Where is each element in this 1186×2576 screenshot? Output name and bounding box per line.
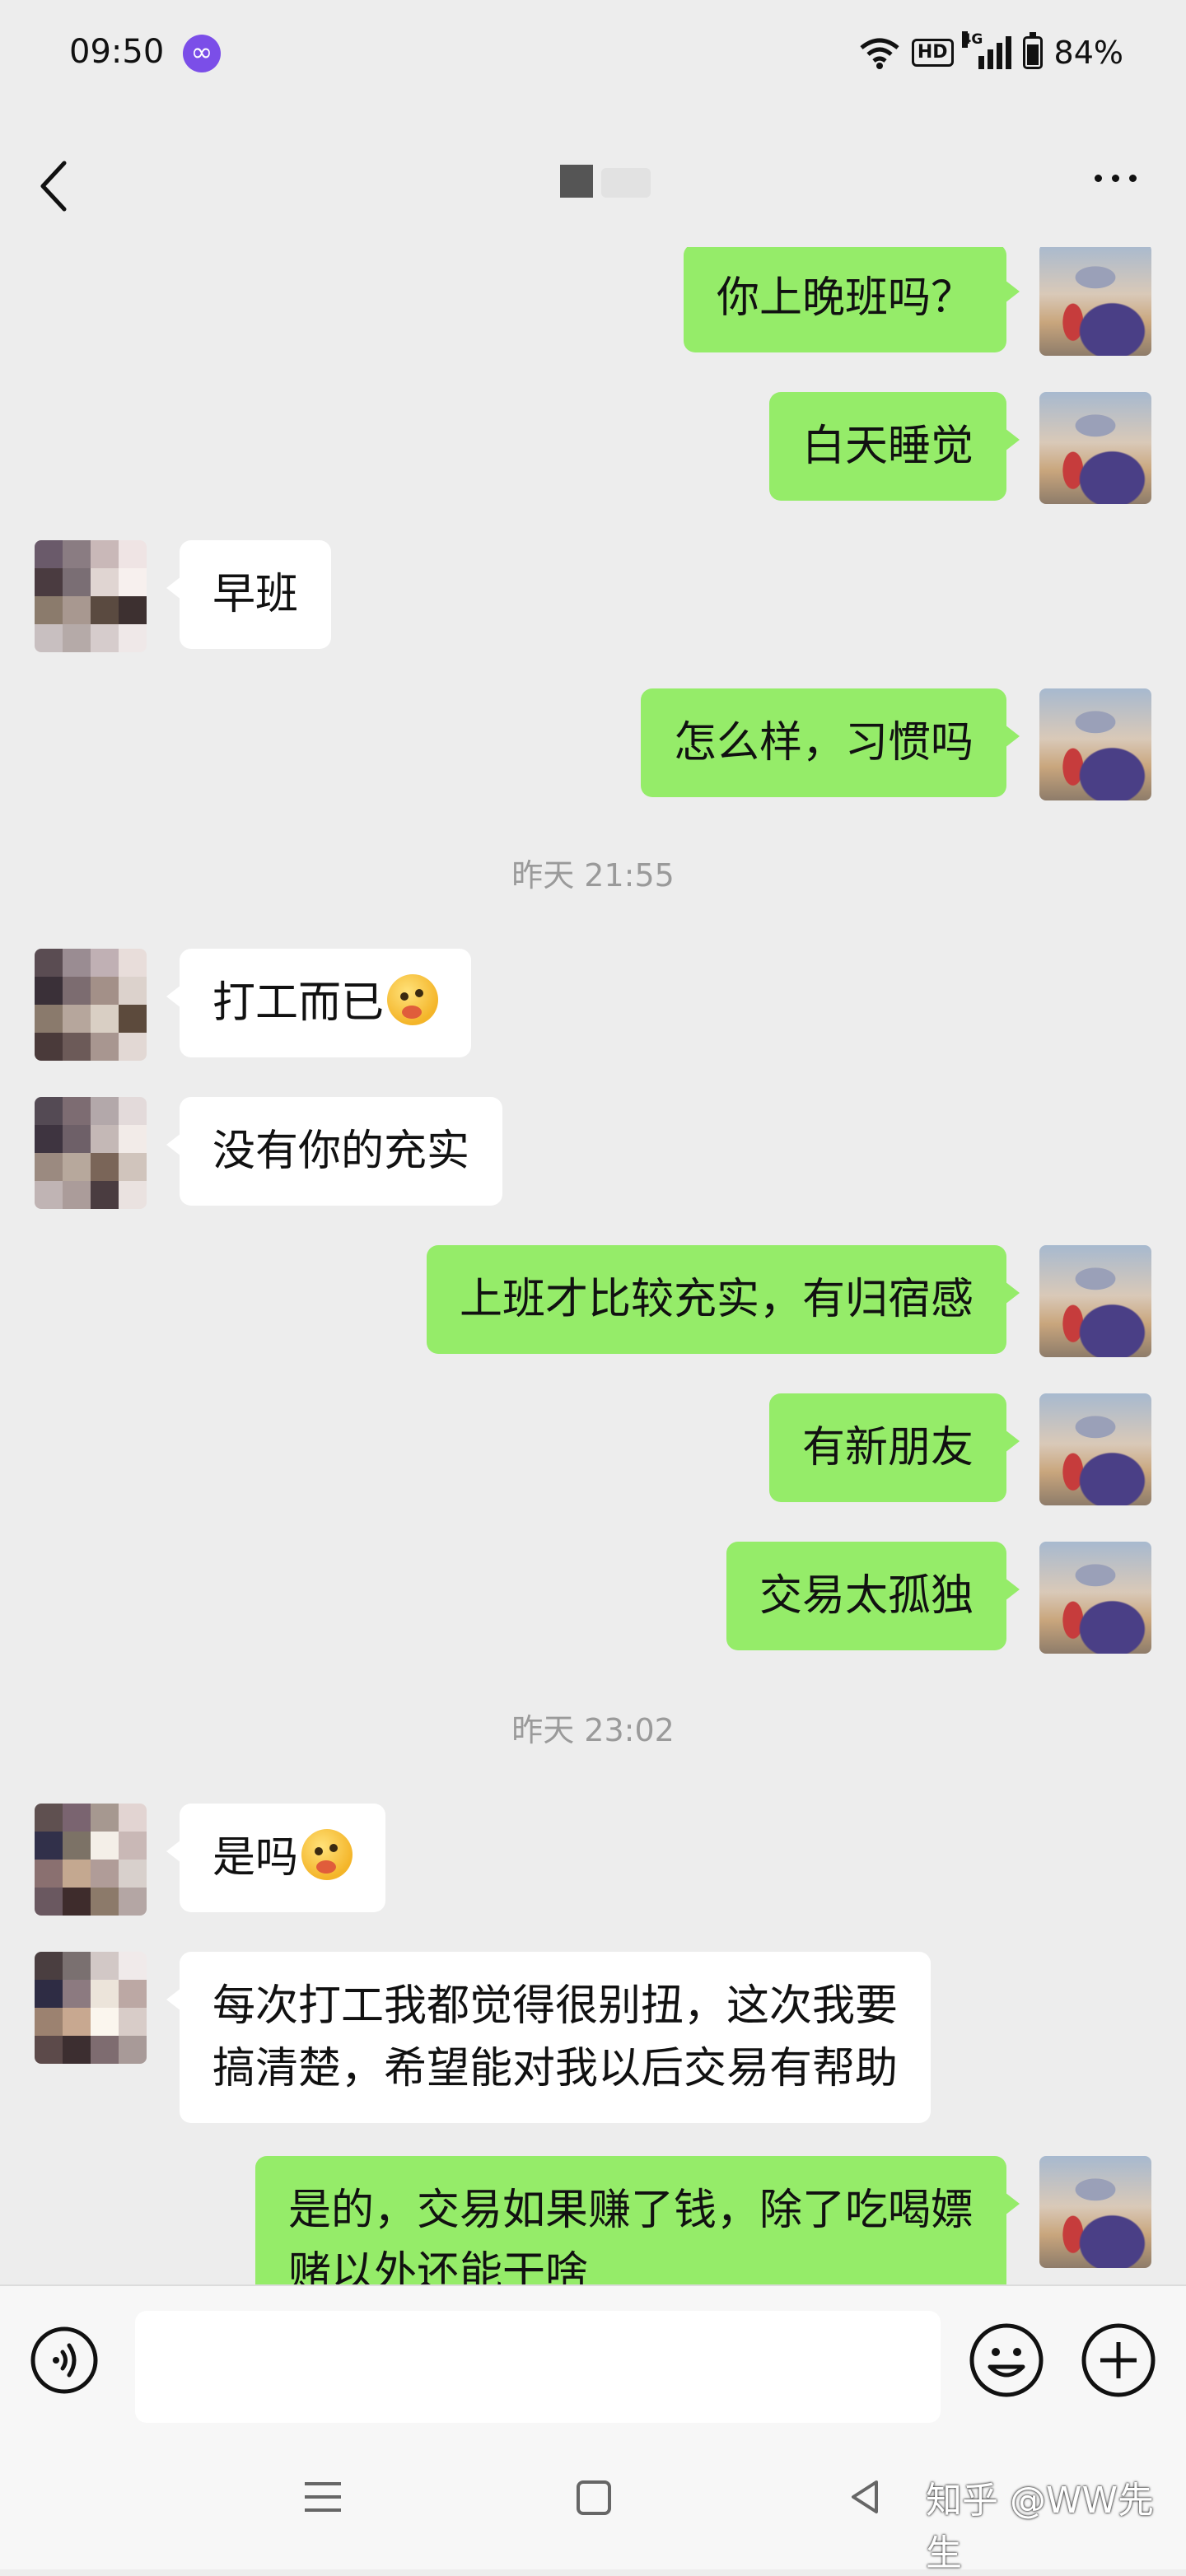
message-bubble[interactable]: 交易太孤独	[726, 1542, 1020, 1650]
message-bubble[interactable]: 上班才比较充实，有归宿感	[426, 1245, 1020, 1354]
message-bubble[interactable]: 有新朋友	[768, 1393, 1020, 1502]
status-icons: HD 4G 84%	[859, 31, 1123, 72]
contact-avatar[interactable]	[35, 949, 147, 1061]
emoji-button[interactable]	[969, 2322, 1044, 2398]
emoji-icon	[301, 1829, 353, 1880]
message-bubble[interactable]: 怎么样，习惯吗	[640, 688, 1020, 797]
status-time: 09:50	[69, 33, 165, 71]
status-bar: 09:50 HD 4G 84%	[0, 0, 1186, 107]
message-text-line: 搞清楚，希望能对我以后交易有帮助	[212, 2044, 899, 2093]
chat-header	[0, 107, 1186, 247]
menu-icon[interactable]	[305, 2482, 341, 2522]
watermark: 知乎 @WW先生	[926, 2480, 1154, 2574]
battery-icon	[1022, 32, 1043, 69]
chat-area[interactable]: 你上晚班吗？ 白天睡觉早班怎么样，习惯吗昨天 21:55 打工而已没有你的充实上班才…	[0, 247, 1186, 2284]
timestamp: 昨天 21:55	[511, 857, 675, 894]
message-text-line: 是的，交易如果赚了钱，除了吃喝嫖	[287, 2186, 974, 2235]
nav-back-icon[interactable]	[848, 2479, 881, 2515]
contact-avatar[interactable]	[35, 1952, 147, 2064]
chat-title	[560, 165, 593, 198]
message-text: 怎么样，习惯吗	[673, 718, 974, 768]
message-text: 早班	[212, 570, 299, 619]
back-icon[interactable]	[33, 153, 82, 219]
system-nav-bar: 知乎 @WW先生	[0, 2438, 1186, 2574]
message-bubble[interactable]: 你上晚班吗？	[683, 247, 1020, 352]
self-avatar[interactable]	[1039, 1245, 1151, 1357]
battery-percent: 84%	[1053, 35, 1123, 71]
self-avatar[interactable]	[1039, 2156, 1151, 2268]
message-text-line: 每次打工我都觉得很别扭，这次我要	[212, 1981, 899, 2031]
message-text: 上班才比较充实，有归宿感	[459, 1275, 974, 1324]
app-notification-icon	[183, 35, 221, 72]
self-avatar[interactable]	[1039, 688, 1151, 800]
message-text: 白天睡觉	[801, 422, 974, 471]
contact-avatar[interactable]	[35, 1804, 147, 1916]
more-icon[interactable]	[1095, 175, 1137, 182]
message-bubble[interactable]: 是的，交易如果赚了钱，除了吃喝嫖赌以外还能干啥	[254, 2156, 1020, 2284]
message-text: 打工而已	[212, 978, 385, 1028]
message-text: 你上晚班吗？	[716, 273, 974, 323]
input-bar	[0, 2284, 1186, 2439]
message-text-line: 赌以外还能干啥	[287, 2248, 588, 2284]
chat-title-blurred	[601, 168, 651, 198]
message-bubble[interactable]: 打工而已	[166, 949, 472, 1057]
wifi-icon	[860, 38, 899, 69]
message-bubble[interactable]: 没有你的充实	[166, 1097, 503, 1206]
message-bubble[interactable]: 是吗	[166, 1804, 386, 1912]
home-icon[interactable]	[577, 2480, 611, 2515]
message-text: 是吗	[212, 1833, 299, 1883]
signal-icon: 4G	[961, 31, 1011, 69]
voice-input-button[interactable]	[30, 2326, 99, 2395]
message-text: 有新朋友	[801, 1423, 974, 1472]
message-bubble[interactable]: 每次打工我都觉得很别扭，这次我要 搞清楚，希望能对我以后交易有帮助	[166, 1952, 932, 2123]
self-avatar[interactable]	[1039, 1393, 1151, 1505]
self-avatar[interactable]	[1039, 247, 1151, 356]
timestamp: 昨天 23:02	[511, 1712, 675, 1748]
contact-avatar[interactable]	[35, 540, 147, 652]
network-type: 4G	[961, 31, 983, 48]
hd-badge: HD	[911, 39, 954, 67]
self-avatar[interactable]	[1039, 392, 1151, 504]
message-bubble[interactable]: 早班	[166, 540, 332, 649]
emoji-icon	[387, 974, 439, 1025]
message-input[interactable]	[135, 2311, 941, 2423]
self-avatar[interactable]	[1039, 1542, 1151, 1654]
contact-avatar[interactable]	[35, 1097, 147, 1209]
plus-button[interactable]	[1081, 2322, 1156, 2398]
message-text: 交易太孤独	[759, 1571, 974, 1621]
battery-fill	[1026, 44, 1039, 65]
message-bubble[interactable]: 白天睡觉	[768, 392, 1020, 501]
message-text: 没有你的充实	[212, 1127, 470, 1176]
